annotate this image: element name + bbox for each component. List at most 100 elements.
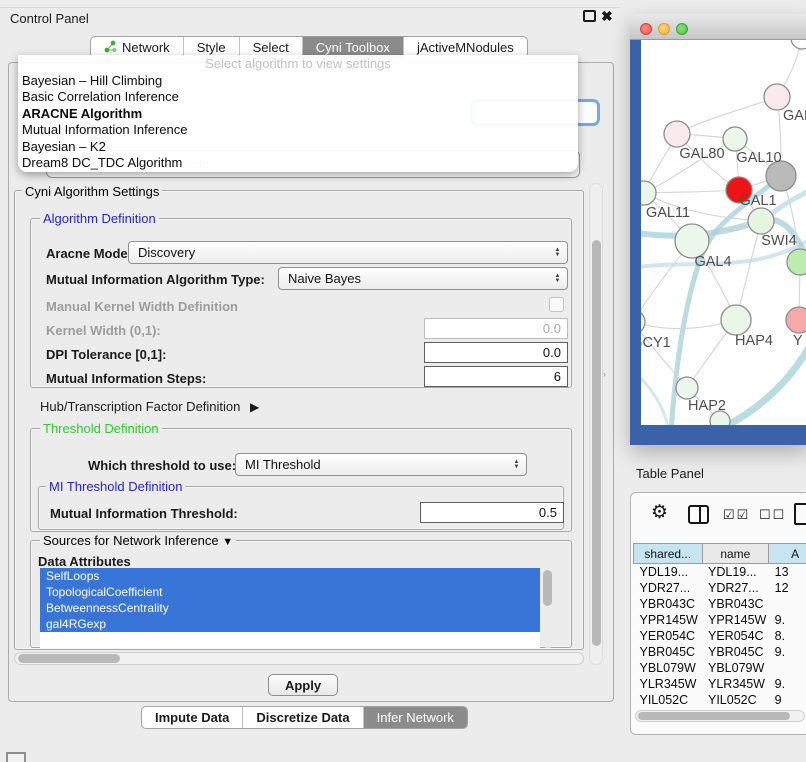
minimize-traffic-light[interactable]: [658, 23, 670, 35]
tab-label: jActiveMNodules: [417, 40, 514, 55]
data-attributes-list[interactable]: SelfLoopsTopologicalCoefficientBetweenne…: [40, 568, 540, 648]
panel-splitter-arrow[interactable]: ›: [603, 369, 606, 379]
unchecked-checkboxes-icon[interactable]: ☐☐: [759, 507, 786, 523]
table-column-header[interactable]: name: [702, 544, 769, 564]
network-node[interactable]: [791, 40, 806, 49]
aracne-mode-select[interactable]: Discovery ▲▼: [128, 241, 568, 264]
network-node[interactable]: [721, 305, 751, 335]
data-attribute-item[interactable]: SelfLoops: [40, 568, 540, 584]
algorithm-option[interactable]: Mutual Information Inference: [18, 122, 578, 138]
algorithm-option[interactable]: Dream8 DC_TDC Algorithm: [18, 155, 578, 171]
split-columns-icon[interactable]: [688, 505, 709, 524]
gear-icon[interactable]: ⚙: [651, 501, 668, 524]
table-row[interactable]: YLR345WYLR345W9.: [634, 676, 806, 692]
attributes-scrollbar-thumb[interactable]: [543, 570, 552, 606]
close-icon[interactable]: ✖: [601, 8, 613, 25]
settings-hscrollbar-thumb[interactable]: [18, 654, 120, 663]
table-cell[interactable]: YBR043C: [634, 596, 703, 612]
table-cell[interactable]: 9.: [769, 676, 806, 692]
close-traffic-light[interactable]: [640, 23, 652, 35]
manual-kernel-width-checkbox[interactable]: [549, 297, 564, 312]
algorithm-option[interactable]: Bayesian – K2: [18, 139, 578, 155]
apply-button[interactable]: Apply: [268, 674, 338, 696]
table-cell[interactable]: [769, 596, 806, 612]
algorithm-option[interactable]: Basic Correlation Inference: [18, 89, 578, 105]
kernel-width-input[interactable]: 0.0: [424, 318, 568, 339]
table-row[interactable]: YBL079WYBL079W: [634, 660, 806, 676]
network-node[interactable]: [723, 127, 747, 151]
network-node[interactable]: [786, 307, 806, 333]
network-node[interactable]: [641, 310, 645, 334]
network-node[interactable]: [675, 224, 709, 258]
tab-infer-network[interactable]: Infer Network: [363, 707, 467, 728]
tab-discretize-data[interactable]: Discretize Data: [242, 707, 362, 728]
settings-hscrollbar[interactable]: [14, 652, 584, 665]
table-cell[interactable]: YBL079W: [634, 660, 703, 676]
table-row[interactable]: YER054CYER054C8.: [634, 628, 806, 644]
data-attribute-item[interactable]: gal4RGexp: [40, 616, 540, 632]
table-cell[interactable]: 9.: [769, 612, 806, 628]
table-cell[interactable]: [769, 660, 806, 676]
dpi-tolerance-input[interactable]: 0.0: [424, 342, 568, 363]
window-titlebar[interactable]: [630, 14, 806, 40]
table-cell[interactable]: YER054C: [634, 628, 703, 644]
table-row[interactable]: YPR145WYPR145W9.: [634, 612, 806, 628]
network-node[interactable]: [676, 377, 698, 399]
settings-vscrollbar-thumb[interactable]: [592, 240, 601, 646]
minimized-panel-icon[interactable]: [6, 752, 26, 762]
table-cell[interactable]: YDL19...: [702, 564, 769, 580]
mi-threshold-input[interactable]: 0.5: [420, 502, 564, 523]
table-hscrollbar-thumb[interactable]: [638, 712, 790, 720]
algorithm-option[interactable]: ARACNE Algorithm: [18, 106, 578, 122]
table-cell[interactable]: YER054C: [702, 628, 769, 644]
table-cell[interactable]: 12: [769, 580, 806, 596]
network-node[interactable]: [764, 84, 790, 110]
table-cell[interactable]: YIL052C: [634, 692, 703, 708]
table-column-header[interactable]: shared...: [634, 544, 703, 564]
algorithm-option[interactable]: Bayesian – Hill Climbing: [18, 73, 578, 89]
table-row[interactable]: YDR27...YDR27...12: [634, 580, 806, 596]
collapse-arrow-icon[interactable]: ▼: [222, 536, 233, 548]
table-cell[interactable]: 9: [769, 692, 806, 708]
network-canvas[interactable]: GALGAL80GAL10GAL1GAL11SWI4GAL4GCY1HAP4YH…: [641, 40, 806, 425]
network-node[interactable]: [787, 249, 806, 275]
which-threshold-value: MI Threshold: [245, 457, 321, 472]
page-icon[interactable]: [794, 503, 806, 525]
data-attribute-item[interactable]: BetweennessCentrality: [40, 600, 540, 616]
table-row[interactable]: YDL19...YDL19...13: [634, 564, 806, 580]
table-cell[interactable]: YDL19...: [634, 564, 703, 580]
tab-impute-data[interactable]: Impute Data: [142, 707, 242, 728]
settings-vscrollbar[interactable]: [589, 183, 603, 665]
checked-checkboxes-icon[interactable]: ☑☑: [723, 507, 750, 523]
table-cell[interactable]: 13: [769, 564, 806, 580]
table-row[interactable]: YBR045CYBR045C9.: [634, 644, 806, 660]
table-row[interactable]: YIL052CYIL052C9: [634, 692, 806, 708]
cyni-algorithm-settings-title: Cyni Algorithm Settings: [22, 184, 162, 199]
table-cell[interactable]: YBR045C: [702, 644, 769, 660]
table-cell[interactable]: YLR345W: [702, 676, 769, 692]
hub-definition-expander[interactable]: Hub/Transcription Factor Definition ▶: [40, 399, 259, 414]
network-node[interactable]: [664, 121, 690, 147]
float-panel-icon[interactable]: [583, 10, 596, 22]
which-threshold-select[interactable]: MI Threshold ▲▼: [235, 453, 527, 476]
table-cell[interactable]: 9.: [769, 644, 806, 660]
table-row[interactable]: YBR043CYBR043C: [634, 596, 806, 612]
network-node[interactable]: [748, 208, 774, 234]
table-cell[interactable]: 8.: [769, 628, 806, 644]
table-hscrollbar[interactable]: [635, 710, 805, 722]
table-cell[interactable]: YBR045C: [634, 644, 703, 660]
table-column-header[interactable]: A: [769, 544, 806, 564]
table-cell[interactable]: YDR27...: [702, 580, 769, 596]
table-cell[interactable]: YBR043C: [702, 596, 769, 612]
data-attribute-item[interactable]: TopologicalCoefficient: [40, 584, 540, 600]
mi-algorithm-type-select[interactable]: Naive Bayes ▲▼: [278, 267, 568, 290]
table-cell[interactable]: YDR27...: [634, 580, 703, 596]
attributes-scrollbar[interactable]: [542, 568, 554, 648]
mi-steps-input[interactable]: 6: [424, 366, 568, 387]
table-cell[interactable]: YPR145W: [634, 612, 703, 628]
zoom-traffic-light[interactable]: [676, 23, 688, 35]
table-cell[interactable]: YIL052C: [702, 692, 769, 708]
table-cell[interactable]: YPR145W: [702, 612, 769, 628]
table-cell[interactable]: YBL079W: [702, 660, 769, 676]
table-cell[interactable]: YLR345W: [634, 676, 703, 692]
